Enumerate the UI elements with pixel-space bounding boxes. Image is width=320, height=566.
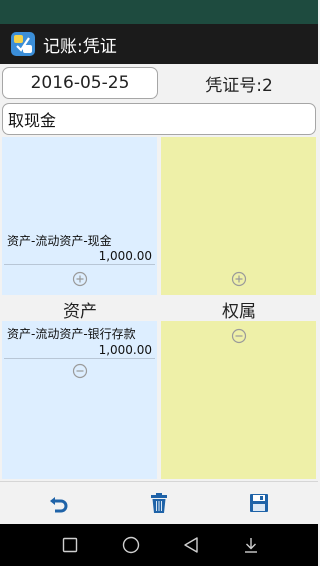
title-bar: 记账:凭证: [0, 24, 318, 64]
date-field[interactable]: 2016-05-25: [2, 67, 158, 99]
action-toolbar: [0, 481, 318, 525]
credit-panel: [161, 137, 316, 295]
page-title: 记账:凭证: [43, 36, 117, 57]
recent-apps-icon[interactable]: [61, 536, 79, 554]
assets-entry-account[interactable]: 资产-流动资产-银行存款: [7, 325, 136, 342]
debit-entry-account[interactable]: 资产-流动资产-现金: [7, 232, 112, 249]
status-bar: [0, 0, 318, 24]
system-navigation-bar: [0, 524, 318, 566]
notification-pull-down-icon[interactable]: [242, 536, 260, 554]
save-icon[interactable]: [248, 492, 270, 514]
trash-icon[interactable]: [148, 492, 170, 514]
assets-panel: 资产-流动资产-银行存款 1,000.00: [2, 321, 157, 479]
back-icon[interactable]: [182, 536, 200, 554]
voucher-number: 凭证号:2: [205, 75, 273, 96]
memo-field[interactable]: 取现金: [2, 103, 316, 135]
circle-plus-icon[interactable]: [231, 271, 247, 287]
circle-minus-icon[interactable]: [72, 363, 88, 379]
debit-entry-amount[interactable]: 1,000.00: [99, 249, 152, 263]
debit-panel: 资产-流动资产-现金 1,000.00: [2, 137, 157, 295]
assets-section-label: 资产: [63, 301, 97, 322]
app-ledger-icon: [11, 32, 35, 56]
circle-plus-icon[interactable]: [72, 271, 88, 287]
divider: [4, 264, 155, 265]
divider: [4, 358, 155, 359]
undo-icon[interactable]: [48, 492, 70, 514]
assets-entry-amount[interactable]: 1,000.00: [99, 343, 152, 357]
equity-section-label: 权属: [222, 301, 256, 322]
circle-minus-icon[interactable]: [231, 328, 247, 344]
home-icon[interactable]: [122, 536, 140, 554]
equity-panel: [161, 321, 316, 479]
